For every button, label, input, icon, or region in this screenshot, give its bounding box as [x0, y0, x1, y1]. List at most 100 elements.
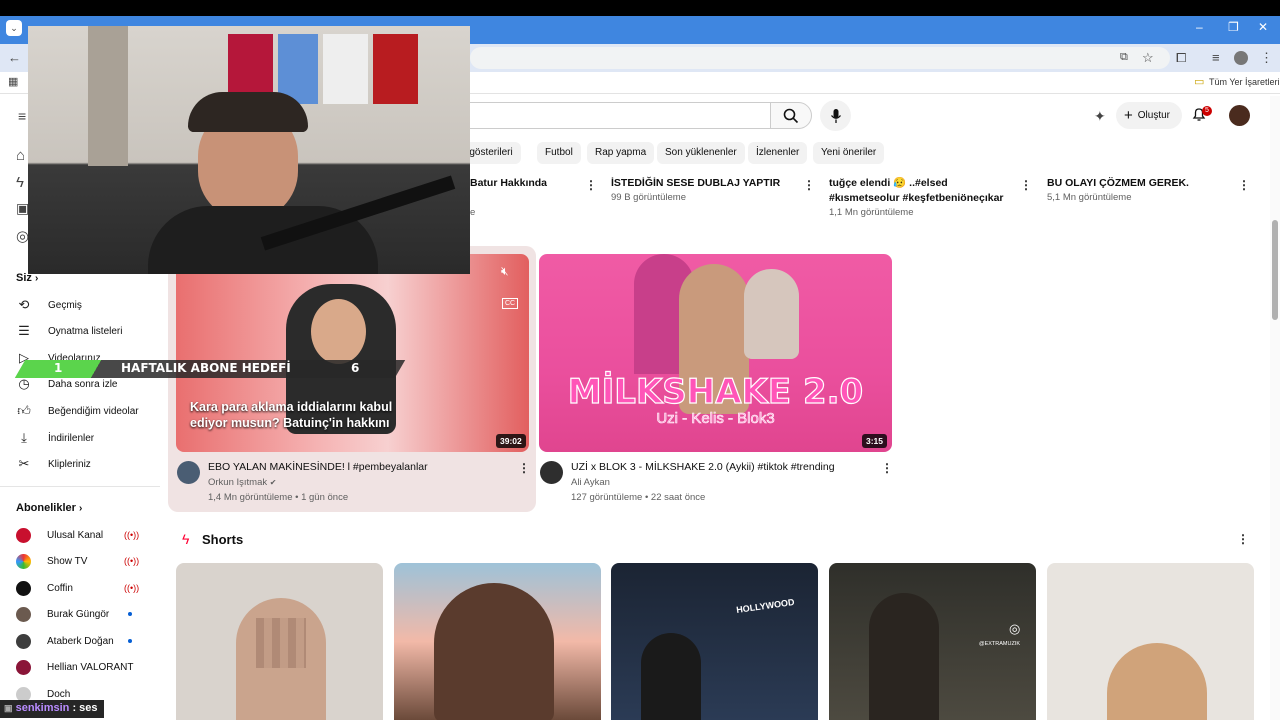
video-title-1[interactable]: EBO YALAN MAKİNESİNDE! l #pembeyalanlar [208, 461, 428, 473]
chip-5[interactable]: Yeni öneriler [813, 142, 885, 164]
menu-icon[interactable]: ⋮ [1260, 50, 1273, 66]
hamburger-icon[interactable]: ≡ [18, 108, 26, 124]
face-shape [434, 583, 554, 720]
more-icon[interactable]: ⋮ [881, 461, 893, 475]
video-thumbnail-2[interactable]: MİLKSHAKE 2.0 Uzi - Kelis - Blok3 3:15 [539, 254, 892, 452]
sub-item-ataberk[interactable]: Ataberk Doğan [16, 632, 114, 650]
bookmark-star-icon[interactable]: ☆ [1142, 50, 1154, 66]
restore-icon[interactable]: ❐ [1228, 20, 1239, 34]
download-icon: ⤓ [21, 430, 27, 445]
more-icon[interactable]: ⋮ [585, 178, 597, 192]
sidebar-item-playlists[interactable]: ☰ Oynatma listeleri [16, 322, 122, 340]
more-icon[interactable]: ⋮ [518, 461, 530, 475]
chip-1[interactable]: Futbol [537, 142, 581, 164]
subscriptions-heading[interactable]: Abonelikler › [16, 502, 82, 514]
short-card-5[interactable] [1047, 563, 1254, 720]
goal-current: 1 [54, 361, 63, 375]
folder-icon: ▭ [1194, 76, 1205, 88]
chip-3[interactable]: Son yüklenenler [657, 142, 745, 164]
scrollbar-thumb[interactable] [1272, 220, 1278, 320]
search-input[interactable] [440, 102, 770, 129]
mute-icon[interactable]: 🔇︎ [501, 264, 509, 279]
thumbnail-title: MİLKSHAKE 2.0 [567, 371, 864, 412]
channel-avatar[interactable] [177, 461, 200, 484]
all-bookmarks-link[interactable]: Tüm Yer İşaretleri [1209, 77, 1280, 87]
video-meta-1: 1,4 Mn görüntüleme • 1 gün önce [208, 492, 349, 503]
top-video-title-1[interactable]: Batur Hakkında [470, 176, 580, 191]
chat-separator: : [69, 702, 80, 714]
face-shape [311, 299, 366, 364]
media-icon[interactable]: ≡ [1212, 50, 1220, 65]
notification-badge: 5 [1202, 106, 1212, 116]
thumbnail-caption: Kara para aklama iddialarını kabul ediyo… [190, 400, 393, 430]
channel-avatar[interactable] [540, 461, 563, 484]
face-shape [1107, 643, 1207, 720]
new-content-dot [128, 612, 132, 616]
new-content-dot [128, 639, 132, 643]
tab-search-icon[interactable]: ⌄ [6, 20, 22, 36]
short-card-3[interactable]: HOLLYWOOD [611, 563, 818, 720]
clock-icon: ◷ [18, 376, 30, 391]
sidebar-item-clips[interactable]: ✂ Klipleriniz [16, 455, 91, 473]
sub-item-hellian[interactable]: Hellian VALORANT [16, 658, 134, 676]
channel-name-1[interactable]: Orkun Işıtmak ✔ [208, 477, 276, 488]
more-icon[interactable]: ⋮ [803, 178, 815, 192]
top-video-title-4[interactable]: BU OLAYI ÇÖZMEM GEREK. [1047, 176, 1232, 191]
video-title-2[interactable]: UZİ x BLOK 3 - MİLKSHAKE 2.0 (Aykii) #ti… [571, 461, 835, 473]
shelf-shape [88, 26, 128, 166]
sub-item-showtv[interactable]: Show TV [16, 552, 87, 570]
goal-label: HAFTALIK ABONE HEDEFİ [121, 361, 291, 375]
chip-2[interactable]: Rap yapma [587, 142, 655, 164]
channel-avatar [16, 606, 31, 622]
top-video-meta-1: e [470, 207, 476, 218]
chat-badge-icon: ▣ [4, 703, 13, 713]
close-icon[interactable]: ✕ [1258, 20, 1268, 34]
extensions-icon[interactable]: ⧠ [1176, 50, 1186, 66]
channel-name-2[interactable]: Ali Aykan [571, 477, 610, 488]
install-icon[interactable]: ⧉ [1120, 51, 1128, 64]
goal-target: 6 [351, 361, 360, 375]
ai-sparkle-icon[interactable]: ✦ [1094, 108, 1106, 125]
page-scrollbar[interactable] [1270, 96, 1280, 720]
thumbs-up-icon: 👍︎ [17, 403, 31, 418]
sidebar-item-downloads[interactable]: ⤓ İndirilenler [16, 429, 94, 447]
video-thumbnail-1[interactable]: Kara para aklama iddialarını kabul ediyo… [176, 254, 529, 452]
profile-icon[interactable] [1234, 51, 1248, 65]
cc-icon[interactable]: CC [502, 298, 519, 309]
address-bar[interactable] [470, 47, 1170, 69]
minimize-icon[interactable]: – [1196, 20, 1203, 34]
stream-chat-line: ▣ senkimsin : ses [0, 700, 104, 718]
home-icon[interactable]: ⌂ [16, 147, 25, 164]
more-icon[interactable]: ⋮ [1237, 532, 1249, 546]
sub-item-coffin[interactable]: Coffin [16, 579, 73, 597]
top-video-title-3[interactable]: tuğçe elendi 😥 ..#elsed #kısmetseolur #k… [829, 176, 1011, 206]
verified-icon: ✔ [269, 478, 277, 487]
sub-item-burak[interactable]: Burak Güngör [16, 605, 109, 623]
channel-avatar [16, 527, 31, 543]
short-overlay-text: HOLLYWOOD [735, 596, 796, 616]
top-video-title-2[interactable]: İSTEDİĞİN SESE DUBLAJ YAPTIR [611, 176, 796, 191]
figure-shape [744, 269, 799, 359]
short-card-2[interactable] [394, 563, 601, 720]
apps-icon[interactable]: ▦ [8, 75, 18, 88]
create-button[interactable]: + Oluştur [1116, 102, 1182, 129]
more-icon[interactable]: ⋮ [1238, 178, 1250, 192]
account-avatar[interactable] [1229, 105, 1250, 126]
short-card-1[interactable] [176, 563, 383, 720]
back-icon[interactable]: ← [8, 50, 21, 65]
blurred-face [256, 618, 306, 668]
sub-item-ulusal[interactable]: Ulusal Kanal [16, 526, 103, 544]
search-button[interactable] [770, 102, 812, 129]
more-icon[interactable]: ⋮ [1020, 178, 1032, 192]
hair-shape [188, 92, 308, 132]
shorts-nav-icon[interactable]: ϟ [16, 174, 24, 191]
sidebar-item-liked[interactable]: 👍︎ Beğendiğim videolar [16, 402, 138, 420]
sidebar-item-history[interactable]: ⟲ Geçmiş [16, 296, 82, 314]
voice-search-button[interactable] [820, 100, 851, 131]
short-card-4[interactable]: ◎ @EXTRAMUZIK [829, 563, 1036, 720]
history-icon: ⟲ [18, 297, 30, 312]
chip-4[interactable]: İzlenenler [748, 142, 808, 164]
top-video-meta-2: 99 B görüntüleme [611, 192, 686, 203]
shorts-logo-icon: ϟ [182, 531, 190, 547]
figure-shape [641, 633, 701, 720]
